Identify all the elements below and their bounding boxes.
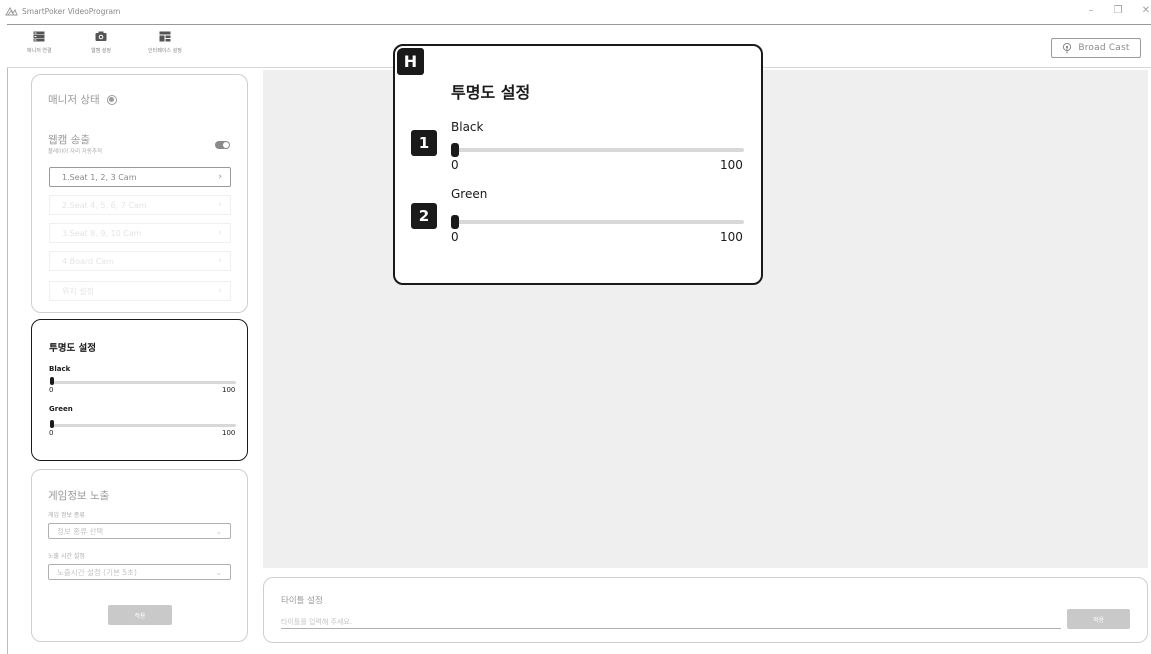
green-slider-track[interactable]	[51, 424, 236, 427]
info-type-select[interactable]: 정보 종류 선택 ⌄	[48, 523, 231, 539]
callout-green-min: 0	[451, 230, 459, 244]
menu-label: 매니저 연결	[27, 48, 52, 54]
opacity-title: 투명도 설정	[49, 343, 97, 354]
chevron-right-icon: ›	[218, 256, 222, 266]
broadcast-label: Broad Cast	[1078, 43, 1130, 53]
close-button[interactable]: ✕	[1139, 5, 1151, 16]
callout-black-thumb[interactable]	[451, 143, 459, 157]
menu-label: 웹캠 설정	[91, 48, 111, 54]
black-slider-label: Black	[49, 365, 71, 373]
callout-green-label: Green	[451, 187, 488, 201]
game-apply-button[interactable]: 적용	[108, 605, 172, 625]
menu-manager-connect[interactable]: 매니저 연결	[27, 31, 52, 61]
chevron-right-icon: ›	[218, 228, 222, 238]
cam-row-seat-4-5-6-7[interactable]: 2.Seat 4, 5, 6, 7 Cam ›	[49, 195, 231, 215]
cam-row-seat-1-2-3[interactable]: 1.Seat 1, 2, 3 Cam ›	[49, 167, 231, 187]
callout-black-label: Black	[451, 120, 484, 134]
camera-icon	[95, 31, 107, 41]
chevron-right-icon: ›	[218, 172, 222, 182]
callout-badge-black: 1	[411, 130, 437, 156]
layout-icon	[159, 31, 171, 42]
chevron-right-icon: ›	[218, 200, 222, 210]
manager-status-label: 매니저 상태	[48, 94, 100, 106]
black-slider-max: 100	[222, 386, 236, 394]
title-bar: SmartPoker VideoProgram – ❐ ✕	[0, 0, 1151, 24]
callout-black-max: 100	[720, 158, 743, 172]
title-settings-panel: 타이틀 설정 적용	[263, 577, 1148, 643]
callout-green-track[interactable]	[452, 220, 744, 224]
manager-status: 매니저 상태	[48, 92, 117, 107]
callout-black-track[interactable]	[452, 148, 744, 152]
green-slider-label: Green	[49, 405, 73, 413]
app-logo-icon	[5, 7, 18, 16]
webcam-title: 웹캠 송출	[48, 134, 90, 146]
title-settings-label: 타이틀 설정	[281, 596, 323, 606]
callout-black-min: 0	[451, 158, 459, 172]
menu-webcam-settings[interactable]: 웹캠 설정	[91, 31, 111, 61]
black-slider-min: 0	[49, 386, 54, 394]
window-left-edge	[7, 68, 8, 654]
cam-row-label: 4.Board Cam	[62, 256, 114, 266]
server-icon	[33, 31, 45, 42]
callout-title: 투명도 설정	[451, 83, 531, 102]
title-input[interactable]	[281, 615, 1061, 629]
minimize-button[interactable]: –	[1084, 5, 1098, 16]
display-time-placeholder: 노출시간 설정 (기본 5초)	[57, 567, 137, 577]
title-divider	[7, 24, 1151, 25]
opacity-panel: 투명도 설정 Black 0 100 Green 0 100	[31, 319, 248, 461]
cam-row-seat-8-9-10[interactable]: 3.Seat 8, 9, 10 Cam ›	[49, 223, 231, 243]
chevron-right-icon: ›	[218, 286, 222, 296]
restore-button[interactable]: ❐	[1111, 5, 1125, 16]
cam-row-label: 3.Seat 8, 9, 10 Cam	[62, 228, 142, 238]
game-info-panel: 게임정보 노출 게임 정보 종류 정보 종류 선택 ⌄ 노출 시간 설정 노출시…	[31, 469, 248, 642]
black-slider-track[interactable]	[51, 381, 236, 384]
callout-green-thumb[interactable]	[451, 215, 459, 229]
info-type-label: 게임 정보 종류	[48, 512, 85, 519]
callout-badge: H	[397, 48, 424, 75]
status-radio-icon[interactable]	[106, 94, 117, 105]
cam-row-label: 1.Seat 1, 2, 3 Cam	[62, 172, 137, 182]
display-time-select[interactable]: 노출시간 설정 (기본 5초) ⌄	[48, 564, 231, 580]
game-info-title: 게임정보 노출	[48, 490, 110, 502]
display-time-label: 노출 시간 설정	[48, 553, 85, 560]
green-slider-thumb[interactable]	[50, 420, 54, 428]
chevron-down-icon: ⌄	[215, 526, 222, 536]
cam-row-label: 위치 설정	[62, 286, 94, 296]
info-type-placeholder: 정보 종류 선택	[57, 526, 104, 536]
broadcast-button[interactable]: Broad Cast	[1051, 38, 1141, 58]
opacity-callout: H 투명도 설정 1 Black 0 100 2 Green 0 100	[393, 44, 763, 285]
menu-label: 인터페이스 설정	[148, 48, 182, 54]
green-slider-max: 100	[222, 429, 236, 437]
cam-row-label: 2.Seat 4, 5, 6, 7 Cam	[62, 200, 147, 210]
app-title: SmartPoker VideoProgram	[22, 7, 121, 16]
callout-badge-green: 2	[411, 203, 437, 229]
cam-row-position-settings[interactable]: 위치 설정 ›	[49, 281, 231, 301]
cam-row-board[interactable]: 4.Board Cam ›	[49, 251, 231, 271]
menu-interface-settings[interactable]: 인터페이스 설정	[148, 31, 182, 61]
chevron-down-icon: ⌄	[215, 567, 222, 577]
broadcast-icon	[1063, 42, 1072, 53]
auto-track-toggle[interactable]	[215, 141, 230, 149]
black-slider-thumb[interactable]	[50, 377, 54, 385]
title-apply-button[interactable]: 적용	[1067, 609, 1130, 629]
manager-panel: 매니저 상태 웹캠 송출 플레이어 자리 자동추적 1.Seat 1, 2, 3…	[31, 74, 248, 313]
webcam-subtitle: 플레이어 자리 자동추적	[48, 149, 103, 155]
callout-green-max: 100	[720, 230, 743, 244]
green-slider-min: 0	[49, 429, 54, 437]
